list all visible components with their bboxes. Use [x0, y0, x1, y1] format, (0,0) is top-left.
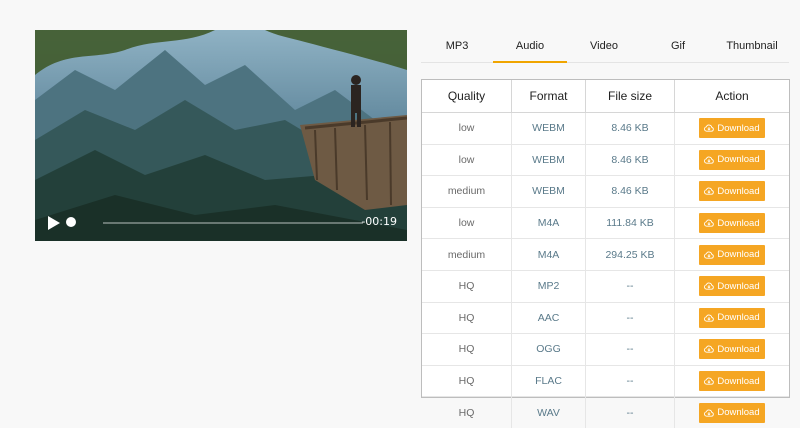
format-cell: WEBM: [511, 175, 586, 208]
action-cell: Download: [674, 333, 789, 366]
file-size-cell: 111.84 KB: [585, 207, 675, 240]
download-button[interactable]: Download: [699, 149, 765, 170]
download-button[interactable]: Download: [699, 307, 765, 328]
file-size-cell: 8.46 KB: [585, 175, 675, 208]
file-size-cell: --: [585, 302, 675, 335]
file-size-cell: --: [585, 365, 675, 398]
cloud-download-icon: [704, 409, 715, 417]
table-row: HQ OGG -- Download: [422, 333, 789, 366]
format-cell: WEBM: [511, 112, 586, 145]
format-cell: WAV: [511, 396, 586, 428]
cloud-download-icon: [704, 156, 715, 164]
table-row: HQ MP2 -- Download: [422, 270, 789, 303]
format-cell: M4A: [511, 238, 586, 271]
quality-cell: HQ: [422, 270, 512, 303]
action-cell: Download: [674, 365, 789, 398]
column-header-action: Action: [674, 80, 789, 113]
action-cell: Download: [674, 144, 789, 177]
column-header-file-size: File size: [585, 80, 675, 113]
quality-cell: HQ: [422, 396, 512, 428]
cloud-download-icon: [704, 282, 715, 290]
table-row: low WEBM 8.46 KB Download: [422, 112, 789, 145]
cloud-download-icon: [704, 314, 715, 322]
file-size-cell: --: [585, 270, 675, 303]
quality-cell: low: [422, 207, 512, 240]
tab-video[interactable]: Video: [567, 32, 641, 62]
action-cell: Download: [674, 112, 789, 145]
action-cell: Download: [674, 270, 789, 303]
cloud-download-icon: [704, 124, 715, 132]
column-header-quality: Quality: [422, 80, 512, 113]
format-cell: FLAC: [511, 365, 586, 398]
download-button[interactable]: Download: [699, 181, 765, 202]
table-row: HQ AAC -- Download: [422, 302, 789, 335]
play-icon[interactable]: [47, 215, 61, 231]
table-row: HQ FLAC -- Download: [422, 365, 789, 398]
cloud-download-icon: [704, 377, 715, 385]
cloud-download-icon: [704, 188, 715, 196]
download-button-label: Download: [717, 375, 760, 387]
action-cell: Download: [674, 175, 789, 208]
video-player[interactable]: -00:19: [35, 30, 407, 241]
cloud-download-icon: [704, 346, 715, 354]
download-button-label: Download: [717, 249, 760, 261]
file-size-cell: 8.46 KB: [585, 112, 675, 145]
video-controls: -00:19: [35, 205, 407, 241]
tab-gif[interactable]: Gif: [641, 32, 715, 62]
download-button[interactable]: Download: [699, 339, 765, 360]
quality-cell: HQ: [422, 302, 512, 335]
download-button-label: Download: [717, 122, 760, 134]
quality-cell: HQ: [422, 365, 512, 398]
time-remaining: -00:19: [361, 215, 397, 228]
download-button-label: Download: [717, 154, 760, 166]
quality-cell: low: [422, 144, 512, 177]
table-row: low WEBM 8.46 KB Download: [422, 144, 789, 177]
format-cell: M4A: [511, 207, 586, 240]
download-button-label: Download: [717, 343, 760, 355]
download-button[interactable]: Download: [699, 118, 765, 139]
cloud-download-icon: [704, 219, 715, 227]
download-button[interactable]: Download: [699, 371, 765, 392]
tab-mp3[interactable]: MP3: [421, 32, 493, 62]
quality-cell: medium: [422, 238, 512, 271]
download-button-label: Download: [717, 280, 760, 292]
download-button[interactable]: Download: [699, 276, 765, 297]
download-button-label: Download: [717, 185, 760, 197]
download-table: Quality Format File size Action low WEBM 8…: [421, 79, 790, 428]
action-cell: Download: [675, 397, 790, 428]
file-size-cell: 8.46 KB: [585, 144, 675, 177]
quality-cell: HQ: [422, 333, 512, 366]
download-button-label: Download: [717, 217, 760, 229]
seek-handle[interactable]: [66, 217, 76, 227]
format-tabs: MP3 Audio Video Gif Thumbnail: [421, 32, 789, 63]
quality-cell: low: [422, 112, 512, 145]
video-seek-bar[interactable]: [103, 222, 363, 224]
download-button[interactable]: Download: [699, 244, 765, 265]
file-size-cell: --: [585, 333, 675, 366]
download-button-label: Download: [717, 312, 760, 324]
table-header-row: Quality Format File size Action: [422, 80, 789, 113]
download-button[interactable]: Download: [699, 213, 765, 234]
action-cell: Download: [674, 238, 789, 271]
tab-thumbnail[interactable]: Thumbnail: [715, 32, 789, 62]
column-header-format: Format: [511, 80, 586, 113]
action-cell: Download: [674, 207, 789, 240]
format-cell: MP2: [511, 270, 586, 303]
download-button-label: Download: [717, 407, 760, 419]
table-row: medium WEBM 8.46 KB Download: [422, 175, 789, 208]
format-cell: WEBM: [511, 144, 586, 177]
quality-cell: medium: [422, 175, 512, 208]
file-size-cell: --: [585, 396, 675, 428]
table-row: medium M4A 294.25 KB Download: [422, 238, 789, 271]
cloud-download-icon: [704, 251, 715, 259]
file-size-cell: 294.25 KB: [585, 238, 675, 271]
format-cell: AAC: [511, 302, 586, 335]
table-row: low M4A 111.84 KB Download: [422, 207, 789, 240]
tab-audio[interactable]: Audio: [493, 32, 567, 63]
format-cell: OGG: [511, 333, 586, 366]
action-cell: Download: [674, 302, 789, 335]
download-button[interactable]: Download: [699, 402, 765, 423]
table-row: HQ WAV -- Download: [422, 396, 790, 428]
